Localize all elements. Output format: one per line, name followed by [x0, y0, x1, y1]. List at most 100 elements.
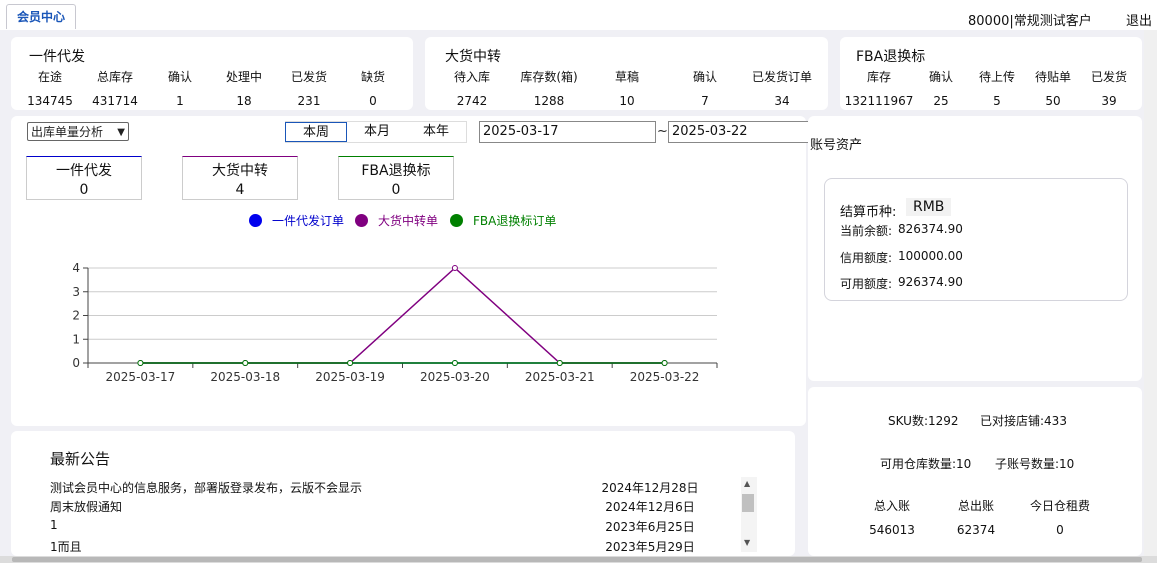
scrollbar-thumb[interactable] — [742, 494, 754, 512]
summary-value: 4 — [235, 182, 245, 198]
data-point — [556, 360, 563, 366]
notices-title: 最新公告 — [50, 450, 111, 468]
credit-value: 100000.00 — [898, 249, 963, 263]
data-point — [347, 360, 354, 366]
y-tick-label: 3 — [72, 285, 80, 299]
summary-label: 大货中转 — [212, 163, 268, 179]
period-this-month[interactable]: 本月 — [346, 122, 408, 142]
available-label: 可用额度: — [840, 277, 893, 291]
card-fba-relabel: FBA退换标 库存 132111967 确认 25 待上传 5 待贴单 50 已… — [840, 37, 1142, 110]
stat-value[interactable]: 7 — [668, 94, 742, 108]
page-horizontal-scrollbar[interactable] — [0, 556, 1157, 563]
card-title: 一件代发 — [29, 49, 85, 65]
sku-count: SKU数:1292 — [888, 414, 959, 428]
total-income-header: 总入账 — [873, 499, 910, 513]
stat-label: 待入库 — [453, 70, 490, 84]
x-tick-label: 2025-03-21 — [525, 370, 595, 384]
notice-item-date: 2024年12月6日 — [605, 500, 695, 514]
store-count: 已对接店铺:433 — [980, 414, 1067, 428]
warehouse-count: 可用仓库数量:10 — [880, 457, 972, 471]
scroll-down-icon[interactable]: ▼ — [744, 538, 750, 547]
legend-dot-icon — [355, 214, 368, 227]
y-tick-label: 0 — [72, 356, 80, 370]
legend-item-dropshipping[interactable]: 一件代发订单 — [249, 212, 344, 228]
stat-label: 处理中 — [225, 70, 262, 84]
notice-item-text[interactable]: 1 — [50, 518, 58, 532]
stat-value[interactable]: 2742 — [435, 94, 509, 108]
scrollbar-thumb[interactable] — [12, 557, 1142, 562]
x-tick-label: 2025-03-17 — [106, 370, 176, 384]
legend-label: FBA退换标订单 — [473, 214, 557, 228]
summary-value: 0 — [79, 182, 89, 198]
stat-value[interactable]: 10 — [590, 94, 664, 108]
y-tick-label: 2 — [72, 309, 80, 323]
stat-value[interactable]: 18 — [207, 94, 281, 108]
legend-label: 大货中转单 — [378, 214, 439, 228]
currency-label: 结算币种: — [840, 205, 897, 220]
account-title: 账号资产 — [810, 138, 863, 153]
legend-label: 一件代发订单 — [272, 214, 345, 228]
x-tick-label: 2025-03-22 — [630, 370, 700, 384]
stat-label: 已发货订单 — [751, 70, 812, 84]
stat-value[interactable]: 34 — [745, 94, 819, 108]
total-income-value: 546013 — [869, 523, 915, 537]
x-tick-label: 2025-03-20 — [420, 370, 490, 384]
subaccount-count: 子账号数量:10 — [995, 457, 1075, 471]
total-expense-value: 62374 — [956, 523, 996, 537]
storage-fee-header: 今日仓租费 — [1029, 499, 1090, 513]
data-point — [137, 360, 144, 366]
page-vertical-scrollbar[interactable] — [1144, 30, 1157, 556]
stat-value[interactable]: 231 — [272, 94, 346, 108]
data-point — [242, 360, 249, 366]
y-tick-label: 1 — [72, 332, 80, 346]
outbound-line-chart: 0 1 2 3 4 2025-03-17 2025-03-18 2025-03-19 2025-… — [72, 261, 718, 384]
notice-item-date: 2024年12月28日 — [601, 481, 699, 495]
x-tick-label: 2025-03-18 — [210, 370, 280, 384]
notice-item-text[interactable]: 测试会员中心的信息服务，部署版登录发布，云版不会显示 — [50, 479, 362, 496]
tab-member-center[interactable]: 会员中心 — [6, 4, 76, 29]
summary-bulk-transfer: 大货中转 4 — [182, 156, 298, 200]
legend-dot-icon — [249, 214, 262, 227]
card-title: FBA退换标 — [856, 49, 926, 65]
notice-item-text[interactable]: 周末放假通知 — [50, 498, 122, 515]
legend-item-bulk-transfer[interactable]: 大货中转单 — [355, 212, 438, 228]
stat-value[interactable]: 39 — [1073, 94, 1145, 108]
summary-value: 0 — [391, 182, 401, 198]
logout-link[interactable]: 退出 — [1126, 10, 1152, 29]
stat-label: 已发货 — [290, 70, 327, 84]
legend-item-fba-relabel[interactable]: FBA退换标订单 — [450, 212, 556, 228]
legend-dot-icon — [450, 214, 463, 227]
card-title: 大货中转 — [445, 49, 501, 65]
data-point — [661, 360, 668, 366]
stat-label: 在途 — [37, 70, 62, 84]
stat-label: 草稿 — [614, 70, 639, 84]
summary-dropshipping: 一件代发 0 — [26, 156, 142, 200]
storage-fee-value: 0 — [1056, 523, 1064, 537]
stat-value[interactable]: 0 — [336, 94, 410, 108]
chevron-down-icon: ▼ — [117, 127, 125, 138]
stat-label: 库存数(箱) — [520, 70, 578, 84]
notice-item-text[interactable]: 1而且 — [50, 538, 82, 555]
stat-value[interactable]: 134745 — [13, 94, 87, 108]
card-dropshipping: 一件代发 在途 134745 总库存 431714 确认 1 处理中 18 已发… — [11, 37, 413, 110]
available-value: 926374.90 — [898, 275, 963, 289]
date-from-input[interactable]: 2025-03-17 — [479, 121, 656, 143]
notices-scrollbar[interactable]: ▲ ▼ — [741, 477, 757, 552]
data-point — [451, 360, 458, 366]
stat-label: 缺货 — [360, 70, 385, 84]
stat-value[interactable]: 1288 — [512, 94, 586, 108]
period-this-week[interactable]: 本周 — [285, 122, 347, 142]
stat-value[interactable]: 1 — [143, 94, 217, 108]
analysis-type-select[interactable]: 出库单量分析 ▼ — [27, 122, 129, 141]
summary-label: 一件代发 — [56, 163, 112, 179]
date-to-input[interactable]: 2025-03-22 — [668, 121, 818, 143]
scroll-up-icon[interactable]: ▲ — [744, 479, 750, 488]
data-point — [451, 265, 458, 271]
stat-label: 确认 — [167, 70, 192, 84]
stat-value[interactable]: 431714 — [78, 94, 152, 108]
period-this-year[interactable]: 本年 — [405, 122, 467, 142]
currency-value: RMB — [906, 198, 952, 216]
analysis-type-value: 出库单量分析 — [31, 125, 104, 139]
x-tick-label: 2025-03-19 — [315, 370, 385, 384]
notice-item-date: 2023年5月29日 — [605, 540, 695, 554]
